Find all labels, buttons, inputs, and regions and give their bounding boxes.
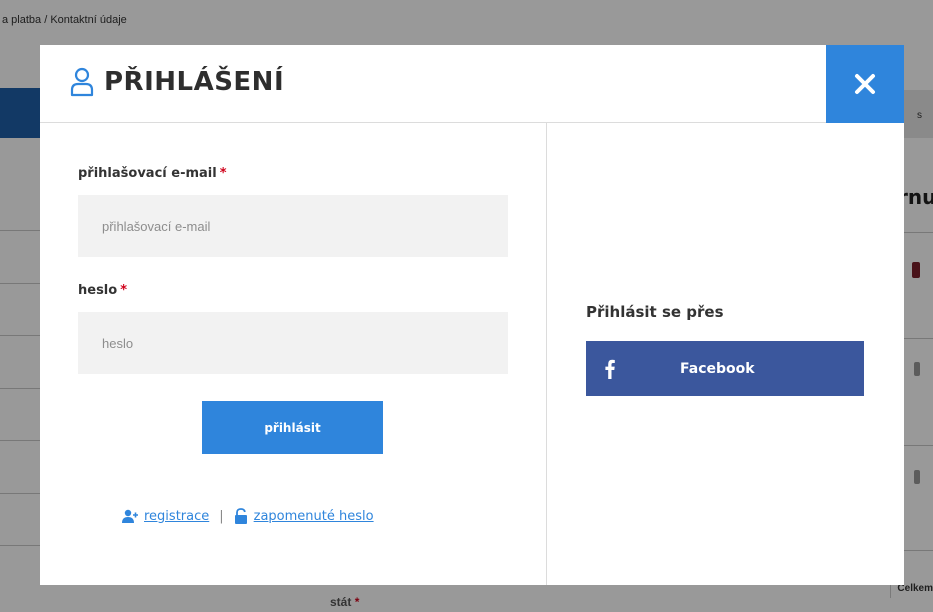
login-button[interactable]: přihlásit: [202, 401, 383, 454]
email-label-text: přihlašovací e-mail: [78, 166, 217, 181]
user-icon: [70, 67, 94, 97]
password-label-text: heslo: [78, 283, 118, 298]
password-field[interactable]: [78, 312, 508, 374]
links-separator: |: [219, 508, 224, 524]
required-mark: *: [120, 283, 128, 298]
social-login-title: Přihlásit se přes: [586, 303, 724, 321]
email-label: přihlašovací e-mail *: [78, 166, 227, 181]
add-user-icon: [122, 509, 138, 523]
column-divider: [546, 123, 547, 585]
login-modal: PŘIHLÁŠENÍ přihlašovací e-mail* heslo* p…: [40, 45, 904, 585]
email-field[interactable]: [78, 195, 508, 257]
facebook-label: Facebook: [680, 360, 755, 377]
required-mark: *: [219, 166, 227, 181]
modal-header: PŘIHLÁŠENÍ: [40, 45, 904, 123]
close-button[interactable]: [826, 45, 904, 123]
facebook-login-button[interactable]: Facebook: [586, 341, 864, 396]
close-icon: [855, 74, 875, 94]
register-link[interactable]: registrace: [144, 509, 209, 524]
forgot-password-link[interactable]: zapomenuté heslo: [254, 509, 374, 524]
password-label: heslo *: [78, 283, 127, 298]
account-links: registrace | zapomenuté heslo: [122, 508, 374, 524]
unlock-icon: [234, 508, 247, 524]
facebook-icon: [590, 341, 630, 396]
modal-title-text: PŘIHLÁŠENÍ: [104, 67, 285, 97]
modal-title: PŘIHLÁŠENÍ: [70, 67, 284, 97]
